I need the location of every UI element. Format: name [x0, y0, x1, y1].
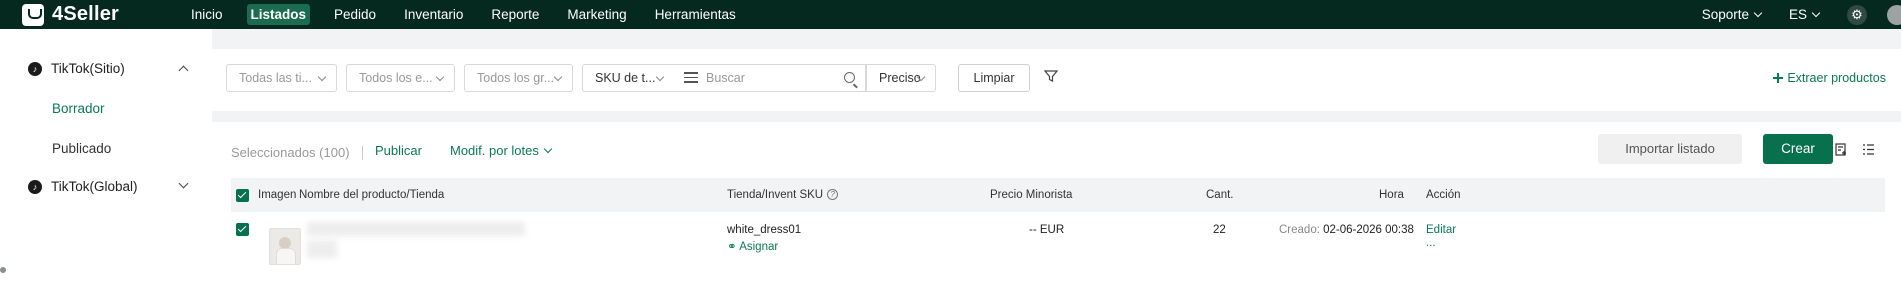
sidebar-group-tiktok-global[interactable]: ♪ TikTok(Global) — [28, 179, 138, 194]
bulk-edit-menu[interactable]: Modif. por lotes — [450, 143, 553, 158]
nav-item-pedido[interactable]: Pedido — [320, 0, 390, 29]
col-sku: Tienda/Invent SKU? — [727, 178, 839, 212]
plus-icon — [1773, 73, 1784, 83]
chevron-down-icon — [1753, 8, 1763, 18]
status-select-value: Todos los e... — [359, 71, 433, 85]
sidebar-item-borrador[interactable]: Borrador — [52, 101, 105, 116]
edit-link[interactable]: Editar — [1426, 224, 1456, 236]
search-placeholder: Buscar — [706, 71, 745, 85]
sidebar: ♪ TikTok(Sitio) Borrador Publicado ♪ Tik… — [0, 29, 212, 289]
filter-panel: Todas las ti... Todos los e... Todos los… — [212, 49, 1901, 111]
row-time: Creado: 02-06-2026 00:38 — [1279, 224, 1414, 236]
nav-item-listados[interactable]: Listados — [237, 0, 321, 29]
redacted-product-name — [307, 222, 525, 236]
column-settings-icon[interactable] — [1862, 143, 1875, 156]
chevron-down-icon[interactable] — [178, 178, 189, 189]
row-price: -- EUR — [1029, 224, 1065, 236]
row-sku: white_dress01 — [727, 224, 802, 236]
listing-panel: Seleccionados (100) Publicar Modif. por … — [212, 122, 1901, 289]
publish-button[interactable]: Publicar — [375, 143, 422, 158]
tiktok-icon: ♪ — [28, 61, 42, 76]
logo-icon — [22, 3, 44, 26]
list-search-icon — [684, 72, 698, 84]
gear-icon[interactable]: ⚙ — [1847, 4, 1867, 25]
support-menu[interactable]: Soporte — [1701, 7, 1763, 22]
nav-item-marketing[interactable]: Marketing — [553, 0, 640, 29]
chevron-down-icon — [553, 72, 563, 82]
sidebar-item-publicado[interactable]: Publicado — [52, 141, 111, 156]
row-time-label: Creado: — [1279, 224, 1320, 236]
selected-count: Seleccionados (100) — [231, 145, 350, 160]
sidebar-group-tiktok-sitio[interactable]: ♪ TikTok(Sitio) — [28, 61, 125, 76]
support-label: Soporte — [1701, 7, 1749, 22]
logo[interactable]: 4Seller — [22, 3, 177, 26]
nav-item-reporte[interactable]: Reporte — [477, 0, 553, 29]
tiktok-icon: ♪ — [28, 179, 42, 194]
chevron-down-icon — [543, 144, 553, 154]
group-select-value: Todos los gr... — [477, 71, 555, 85]
main-nav: Inicio Listados Pedido Inventario Report… — [177, 0, 750, 29]
help-icon[interactable]: ? — [827, 189, 839, 200]
col-time: Hora — [1379, 189, 1404, 201]
chevron-down-icon — [655, 72, 665, 82]
col-sku-label: Tienda/Invent SKU — [727, 189, 824, 201]
row-time-value: 02-06-2026 00:38 — [1323, 224, 1414, 236]
assign-label: Asignar — [739, 241, 779, 253]
nav-right: Soporte ES ⚙ — [1702, 0, 1901, 29]
row-checkbox[interactable] — [236, 223, 249, 236]
logo-text: 4Seller — [52, 3, 120, 25]
shop-select-value: Todas las ti... — [239, 71, 312, 85]
price-select[interactable]: Preciso — [866, 64, 936, 92]
clear-button[interactable]: Limpiar — [958, 64, 1030, 92]
divider — [362, 146, 363, 160]
row-quantity: 22 — [1213, 224, 1226, 236]
group-select[interactable]: Todos los gr... — [464, 64, 573, 92]
chevron-down-icon — [435, 72, 445, 82]
extract-label: Extraer productos — [1787, 71, 1886, 85]
table-row: white_dress01 ⚭ Asignar -- EUR 22 Creado… — [231, 212, 1885, 289]
nav-item-inventario[interactable]: Inventario — [390, 0, 477, 29]
col-quantity: Cant. — [1206, 189, 1234, 201]
table-header: Imagen Nombre del producto/Tienda Tienda… — [231, 178, 1885, 212]
search-input[interactable]: Buscar — [674, 64, 866, 92]
create-button[interactable]: Crear — [1763, 134, 1833, 164]
import-listing-button[interactable]: Importar listado — [1598, 134, 1742, 164]
redacted-shop-name — [307, 240, 337, 258]
chevron-down-icon — [317, 72, 327, 82]
export-icon[interactable] — [1835, 143, 1848, 156]
filter-icon[interactable] — [1044, 69, 1058, 83]
col-action: Acción — [1426, 189, 1461, 201]
search-icon[interactable] — [844, 72, 855, 83]
select-all-checkbox[interactable] — [236, 189, 249, 202]
language-label: ES — [1788, 7, 1807, 22]
col-product-name: Nombre del producto/Tienda — [299, 189, 445, 201]
price-select-value: Preciso — [879, 71, 921, 85]
status-dot — [0, 267, 6, 273]
status-select[interactable]: Todos los e... — [346, 64, 455, 92]
nav-item-inicio[interactable]: Inicio — [177, 0, 237, 29]
sku-type-value: SKU de t... — [595, 71, 656, 85]
more-actions[interactable]: ... — [1426, 237, 1436, 249]
language-menu[interactable]: ES — [1788, 7, 1821, 22]
extract-products-link[interactable]: Extraer productos — [1773, 71, 1886, 85]
nav-item-herramientas[interactable]: Herramientas — [641, 0, 750, 29]
top-nav-bar: 4Seller Inicio Listados Pedido Inventari… — [0, 0, 1901, 29]
chevron-up-icon[interactable] — [178, 65, 189, 76]
chevron-down-icon — [1811, 8, 1821, 18]
sku-type-select[interactable]: SKU de t... — [582, 64, 675, 92]
sidebar-group-label: TikTok(Sitio) — [51, 61, 125, 76]
assign-link[interactable]: ⚭ Asignar — [727, 239, 778, 253]
product-thumbnail[interactable] — [269, 228, 301, 265]
col-price: Precio Minorista — [990, 189, 1073, 201]
bulk-edit-label: Modif. por lotes — [450, 143, 539, 158]
link-icon: ⚭ — [727, 241, 740, 253]
col-image: Imagen — [258, 189, 297, 201]
shop-select[interactable]: Todas las ti... — [226, 64, 337, 92]
avatar[interactable] — [1887, 4, 1901, 25]
sidebar-group-label: TikTok(Global) — [51, 179, 138, 194]
